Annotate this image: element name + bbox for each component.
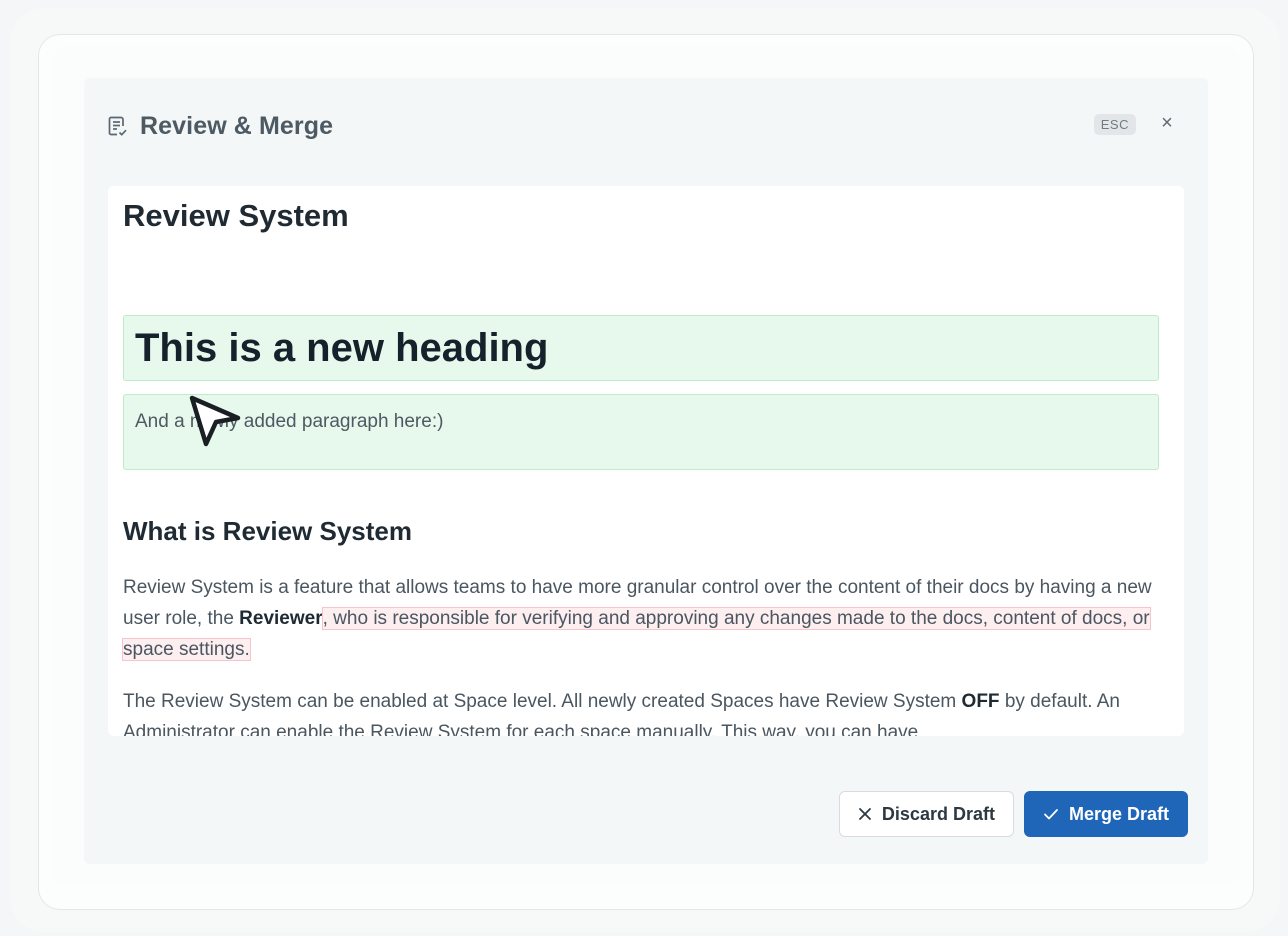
review-merge-modal: Review & Merge ESC × Review System This … [84, 78, 1208, 864]
close-button[interactable]: × [1156, 112, 1178, 134]
added-paragraph-block: And a newly added paragraph here:) [123, 394, 1159, 470]
off-term: OFF [961, 691, 1000, 712]
discard-draft-label: Discard Draft [881, 803, 995, 824]
modal-title: Review & Merge [140, 111, 334, 140]
added-heading-block: This is a new heading [123, 315, 1159, 381]
paragraph-enable: The Review System can be enabled at Spac… [123, 686, 1163, 736]
document-review-icon [108, 114, 130, 138]
added-paragraph-text: And a newly added paragraph here:) [135, 411, 444, 432]
paragraph-intro: Review System is a feature that allows t… [122, 572, 1163, 665]
close-icon [858, 807, 872, 821]
discard-draft-button[interactable]: Discard Draft [838, 791, 1014, 837]
mouse-pointer-icon [188, 394, 242, 450]
merge-draft-button[interactable]: Merge Draft [1023, 791, 1188, 837]
section-heading: What is Review System [123, 516, 412, 546]
reviewer-term: Reviewer [239, 608, 323, 629]
modal-header: Review & Merge ESC × [108, 108, 1186, 144]
document-title: Review System [123, 198, 349, 233]
paragraph-enable-text: The Review System can be enabled at Spac… [123, 691, 962, 712]
modal-footer: Discard Draft Merge Draft [838, 791, 1188, 837]
merge-draft-label: Merge Draft [1068, 803, 1169, 824]
check-icon [1043, 807, 1059, 821]
esc-key-hint: ESC [1093, 114, 1136, 135]
diff-preview-card[interactable]: Review System This is a new heading And … [108, 186, 1184, 736]
added-heading-text: This is a new heading [135, 326, 549, 370]
